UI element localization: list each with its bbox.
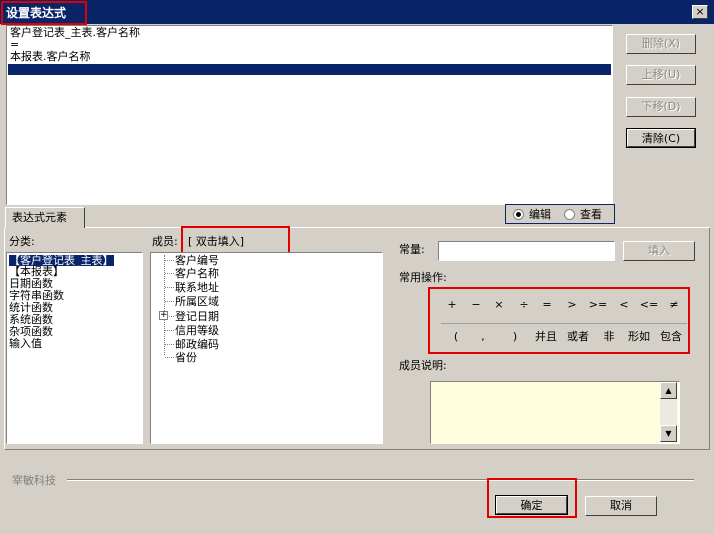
brand-label: 宰敏科技 (12, 474, 56, 487)
expression-line[interactable]: 客户登记表_主表.客户名称 (10, 27, 140, 39)
view-label[interactable]: 查看 (580, 208, 602, 221)
op-plus[interactable]: + (441, 299, 463, 311)
edit-radio[interactable] (513, 209, 524, 220)
tree-line (164, 255, 165, 355)
tree-line (165, 287, 174, 288)
member-desc-label: 成员说明: (399, 359, 447, 372)
member-item[interactable]: 登记日期 (175, 310, 219, 323)
title-highlight (1, 1, 87, 25)
expand-icon[interactable]: + (159, 311, 168, 320)
category-item[interactable]: 系统函数 (9, 314, 53, 325)
member-label: 成员: (152, 235, 178, 248)
member-item[interactable]: 邮政编码 (175, 338, 219, 351)
edit-label[interactable]: 编辑 (529, 208, 551, 221)
tree-line (165, 330, 174, 331)
ok-highlight (487, 478, 577, 518)
scroll-up-icon[interactable]: ▲ (660, 382, 677, 399)
tree-line (169, 316, 174, 317)
op-comma[interactable]: , (472, 331, 494, 343)
common-ops-label: 常用操作: (399, 271, 447, 284)
member-item[interactable]: 所属区域 (175, 295, 219, 308)
cancel-button[interactable]: 取消 (585, 496, 657, 516)
tree-line (165, 273, 174, 274)
member-item[interactable]: 客户编号 (175, 254, 219, 267)
op-left-paren[interactable]: ( (445, 331, 467, 343)
tab-divider (85, 227, 710, 228)
op-minus[interactable]: − (465, 299, 487, 311)
title-bar (0, 0, 714, 24)
delete-button[interactable]: 删除(X) (626, 34, 696, 54)
expression-line-selected[interactable] (8, 64, 611, 75)
constant-input[interactable] (438, 241, 615, 261)
category-label: 分类: (9, 235, 35, 248)
fill-button[interactable]: 填入 (623, 241, 695, 261)
tree-line (165, 344, 174, 345)
category-item[interactable]: 输入值 (9, 338, 42, 349)
op-less[interactable]: < (613, 299, 635, 311)
ops-separator (441, 323, 687, 324)
expression-line[interactable]: 本报表.客户名称 (10, 51, 91, 63)
clear-button[interactable]: 清除(C) (626, 128, 696, 148)
move-down-button[interactable]: 下移(D) (626, 97, 696, 117)
tree-line (165, 301, 174, 302)
scroll-down-icon[interactable]: ▼ (660, 425, 677, 442)
tree-line (165, 260, 174, 261)
category-item[interactable]: 统计函数 (9, 302, 53, 313)
op-not-equal[interactable]: ≠ (663, 299, 685, 311)
close-button[interactable]: × (692, 5, 708, 19)
category-item[interactable]: 日期函数 (9, 278, 53, 289)
op-like[interactable]: 形如 (624, 331, 654, 343)
op-greater[interactable]: > (561, 299, 583, 311)
category-item[interactable]: 【本报表】 (9, 266, 64, 277)
op-multiply[interactable]: × (488, 299, 510, 311)
op-or[interactable]: 或者 (563, 331, 593, 343)
category-list[interactable]: 【客户登记表_主表】 【本报表】 日期函数 字符串函数 统计函数 系统函数 杂项… (6, 252, 143, 444)
op-less-equal[interactable]: <= (638, 299, 660, 311)
op-contains[interactable]: 包含 (656, 331, 686, 343)
op-divide[interactable]: ÷ (513, 299, 535, 311)
op-equal[interactable]: = (536, 299, 558, 311)
footer-divider (67, 479, 694, 481)
constant-label: 常量: (399, 243, 425, 256)
view-radio[interactable] (564, 209, 575, 220)
member-tree[interactable]: + 客户编号 客户名称 联系地址 所属区域 登记日期 信用等级 邮政编码 省份 (150, 252, 383, 444)
op-and[interactable]: 并且 (531, 331, 561, 343)
member-desc-box (430, 381, 680, 444)
expression-box[interactable]: 客户登记表_主表.客户名称 = 本报表.客户名称 (6, 25, 613, 205)
radio-selected-dot (516, 212, 521, 217)
member-item[interactable]: 联系地址 (175, 281, 219, 294)
mode-group: 编辑 查看 (505, 204, 615, 224)
desc-scrollbar[interactable]: ▲ ▼ (660, 382, 677, 442)
op-not[interactable]: 非 (598, 331, 620, 343)
category-item[interactable]: 杂项函数 (9, 326, 53, 337)
category-item[interactable]: 字符串函数 (9, 290, 64, 301)
member-item[interactable]: 客户名称 (175, 267, 219, 280)
member-item[interactable]: 省份 (175, 351, 197, 364)
op-greater-equal[interactable]: >= (587, 299, 609, 311)
move-up-button[interactable]: 上移(U) (626, 65, 696, 85)
tab-expression-elements[interactable]: 表达式元素 (5, 207, 85, 228)
tree-line (165, 357, 174, 358)
member-item[interactable]: 信用等级 (175, 324, 219, 337)
op-right-paren[interactable]: ) (504, 331, 526, 343)
